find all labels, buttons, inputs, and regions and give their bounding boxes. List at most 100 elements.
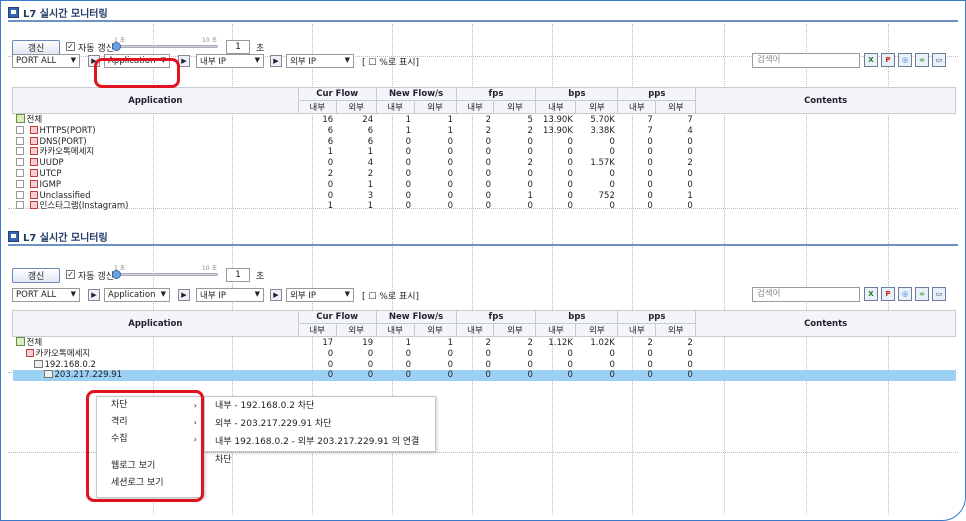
col-application[interactable]: Application <box>12 310 299 337</box>
nav-arrow-icon[interactable]: ▶ <box>88 289 100 301</box>
col-internal[interactable]: 내부 <box>297 100 337 114</box>
submenu-block-external[interactable]: 외부 - 203.217.229.91 차단 <box>205 415 435 433</box>
col-internal[interactable]: 내부 <box>617 100 657 114</box>
col-fps[interactable]: fps <box>455 310 537 324</box>
col-internal[interactable]: 내부 <box>297 323 337 337</box>
col-contents[interactable]: Contents <box>695 310 956 337</box>
col-cur-flow[interactable]: Cur Flow <box>297 310 377 324</box>
refresh-button[interactable]: 갱신 <box>12 268 60 283</box>
col-internal[interactable]: 내부 <box>535 100 577 114</box>
nav-arrow-icon[interactable]: ▶ <box>270 55 282 67</box>
col-cur-flow[interactable]: Cur Flow <box>297 87 377 101</box>
metric-cell: 0 <box>687 136 693 147</box>
col-external[interactable]: 외부 <box>413 100 457 114</box>
row-checkbox[interactable] <box>15 201 24 210</box>
search-input[interactable]: 검색어 <box>752 53 860 68</box>
excel-export-icon[interactable]: X <box>864 53 878 67</box>
col-external[interactable]: 외부 <box>335 100 377 114</box>
internal-ip-select[interactable]: 내부 IP ▼ <box>196 54 264 68</box>
col-pps[interactable]: pps <box>617 87 697 101</box>
col-external[interactable]: 외부 <box>335 323 377 337</box>
link-icon[interactable]: ∞ <box>915 53 929 67</box>
table-row[interactable]: 203.217.229.91 0 0 0 0 0 0 0 0 0 0 <box>12 370 956 382</box>
col-external[interactable]: 외부 <box>493 323 537 337</box>
external-ip-select[interactable]: 외부 IP ▼ <box>286 54 354 68</box>
col-internal[interactable]: 내부 <box>455 100 495 114</box>
row-checkbox[interactable] <box>15 136 24 145</box>
auto-refresh-checkbox[interactable]: ✓ <box>66 42 75 51</box>
table-row[interactable]: DNS(PORT) 6 6 0 0 0 0 0 0 0 0 <box>13 136 956 148</box>
metric-cell: 1 <box>405 337 412 348</box>
table-row[interactable]: 카카오톡메세지 1 1 0 0 0 0 0 0 0 0 <box>13 147 956 158</box>
col-internal[interactable]: 내부 <box>535 323 577 337</box>
globe-icon[interactable]: ◎ <box>898 53 912 67</box>
chart-icon[interactable]: ▭ <box>932 287 946 301</box>
submenu-block-internal[interactable]: 내부 - 192.168.0.2 차단 <box>205 397 435 415</box>
col-external[interactable]: 외부 <box>493 100 537 114</box>
refresh-slider-thumb[interactable] <box>112 270 121 279</box>
top-traffic-table: Application Cur Flow New Flow/s fps bps … <box>12 87 956 212</box>
table-row[interactable]: 인스타그램(Instagram) 1 1 0 0 0 0 0 0 0 0 <box>13 201 956 212</box>
application-select[interactable]: Application ▼ <box>104 288 170 302</box>
col-bps[interactable]: bps <box>535 310 619 324</box>
nav-arrow-icon[interactable]: ▶ <box>270 289 282 301</box>
col-internal[interactable]: 내부 <box>375 323 415 337</box>
col-external[interactable]: 외부 <box>575 100 619 114</box>
col-application[interactable]: Application <box>12 87 299 114</box>
nav-arrow-icon[interactable]: ▶ <box>178 289 190 301</box>
refresh-slider-track[interactable] <box>114 273 218 276</box>
row-checkbox[interactable] <box>15 158 24 167</box>
refresh-slider-track[interactable] <box>114 45 218 48</box>
col-new-flow[interactable]: New Flow/s <box>375 310 457 324</box>
chart-icon[interactable]: ▭ <box>932 53 946 67</box>
row-checkbox[interactable] <box>15 190 24 199</box>
col-fps[interactable]: fps <box>455 87 537 101</box>
col-contents[interactable]: Contents <box>695 87 956 114</box>
pdf-export-icon[interactable]: P <box>881 53 895 67</box>
tree-root-icon <box>15 114 25 123</box>
percent-toggle[interactable]: [ ☐ %로 표시] <box>362 55 419 68</box>
app-name: 카카오톡메세지 <box>39 147 95 158</box>
external-ip-select[interactable]: 외부 IP ▼ <box>286 288 354 302</box>
col-new-flow[interactable]: New Flow/s <box>375 87 457 101</box>
link-icon[interactable]: ∞ <box>915 287 929 301</box>
table-row[interactable]: 192.168.0.2 0 0 0 0 0 0 0 0 0 0 <box>13 359 956 371</box>
port-select[interactable]: PORT ALL ▼ <box>12 54 80 68</box>
row-checkbox[interactable] <box>15 147 24 156</box>
table-row[interactable]: 전체 17 19 1 1 2 2 1.12K 1.02K 2 2 <box>13 337 956 349</box>
row-checkbox[interactable] <box>15 179 24 188</box>
col-internal[interactable]: 내부 <box>455 323 495 337</box>
auto-refresh-checkbox[interactable]: ✓ <box>66 270 75 279</box>
port-select[interactable]: PORT ALL ▼ <box>12 288 80 302</box>
table-row[interactable]: UUDP 0 4 0 0 0 2 0 1.57K 0 2 <box>13 158 956 169</box>
col-pps[interactable]: pps <box>617 310 697 324</box>
search-input[interactable]: 검색어 <box>752 287 860 302</box>
metric-cell: 0 <box>485 359 491 370</box>
globe-icon[interactable]: ◎ <box>898 287 912 301</box>
row-checkbox[interactable] <box>15 125 24 134</box>
col-internal[interactable]: 내부 <box>617 323 657 337</box>
row-checkbox[interactable] <box>15 168 24 177</box>
table-row[interactable]: IGMP 0 1 0 0 0 0 0 0 0 0 <box>13 179 956 191</box>
col-bps[interactable]: bps <box>535 87 619 101</box>
col-internal[interactable]: 내부 <box>375 100 415 114</box>
col-external[interactable]: 외부 <box>413 323 457 337</box>
col-external[interactable]: 외부 <box>575 323 619 337</box>
pdf-export-icon[interactable]: P <box>881 287 895 301</box>
internal-ip-select[interactable]: 내부 IP ▼ <box>196 288 264 302</box>
metric-cell: 0 <box>567 179 573 190</box>
excel-export-icon[interactable]: X <box>864 287 878 301</box>
table-row[interactable]: 전체 16 24 1 1 2 5 13.90K 5.70K 7 7 <box>13 114 956 126</box>
table-row[interactable]: UTCP 2 2 0 0 0 0 0 0 0 0 <box>13 168 956 180</box>
col-external[interactable]: 외부 <box>655 323 697 337</box>
table-row[interactable]: Unclassified 0 3 0 0 0 1 0 752 0 1 <box>13 190 956 202</box>
refresh-slider-thumb[interactable] <box>112 42 121 51</box>
table-row[interactable]: HTTPS(PORT) 6 6 1 1 2 2 13.90K 3.38K 7 4 <box>13 125 956 137</box>
submenu-block-connection[interactable]: 내부 192.168.0.2 - 외부 203.217.229.91 의 연결 … <box>205 433 435 465</box>
metric-cell: 2 <box>527 337 533 348</box>
percent-toggle[interactable]: [ ☐ %로 표시] <box>362 289 419 302</box>
table-row[interactable]: 카카오톡메세지 0 0 0 0 0 0 0 0 0 0 <box>13 348 956 360</box>
col-external[interactable]: 외부 <box>655 100 697 114</box>
interval-input[interactable]: 1 <box>226 268 250 282</box>
app-cell: 인스타그램(Instagram) <box>13 201 299 212</box>
